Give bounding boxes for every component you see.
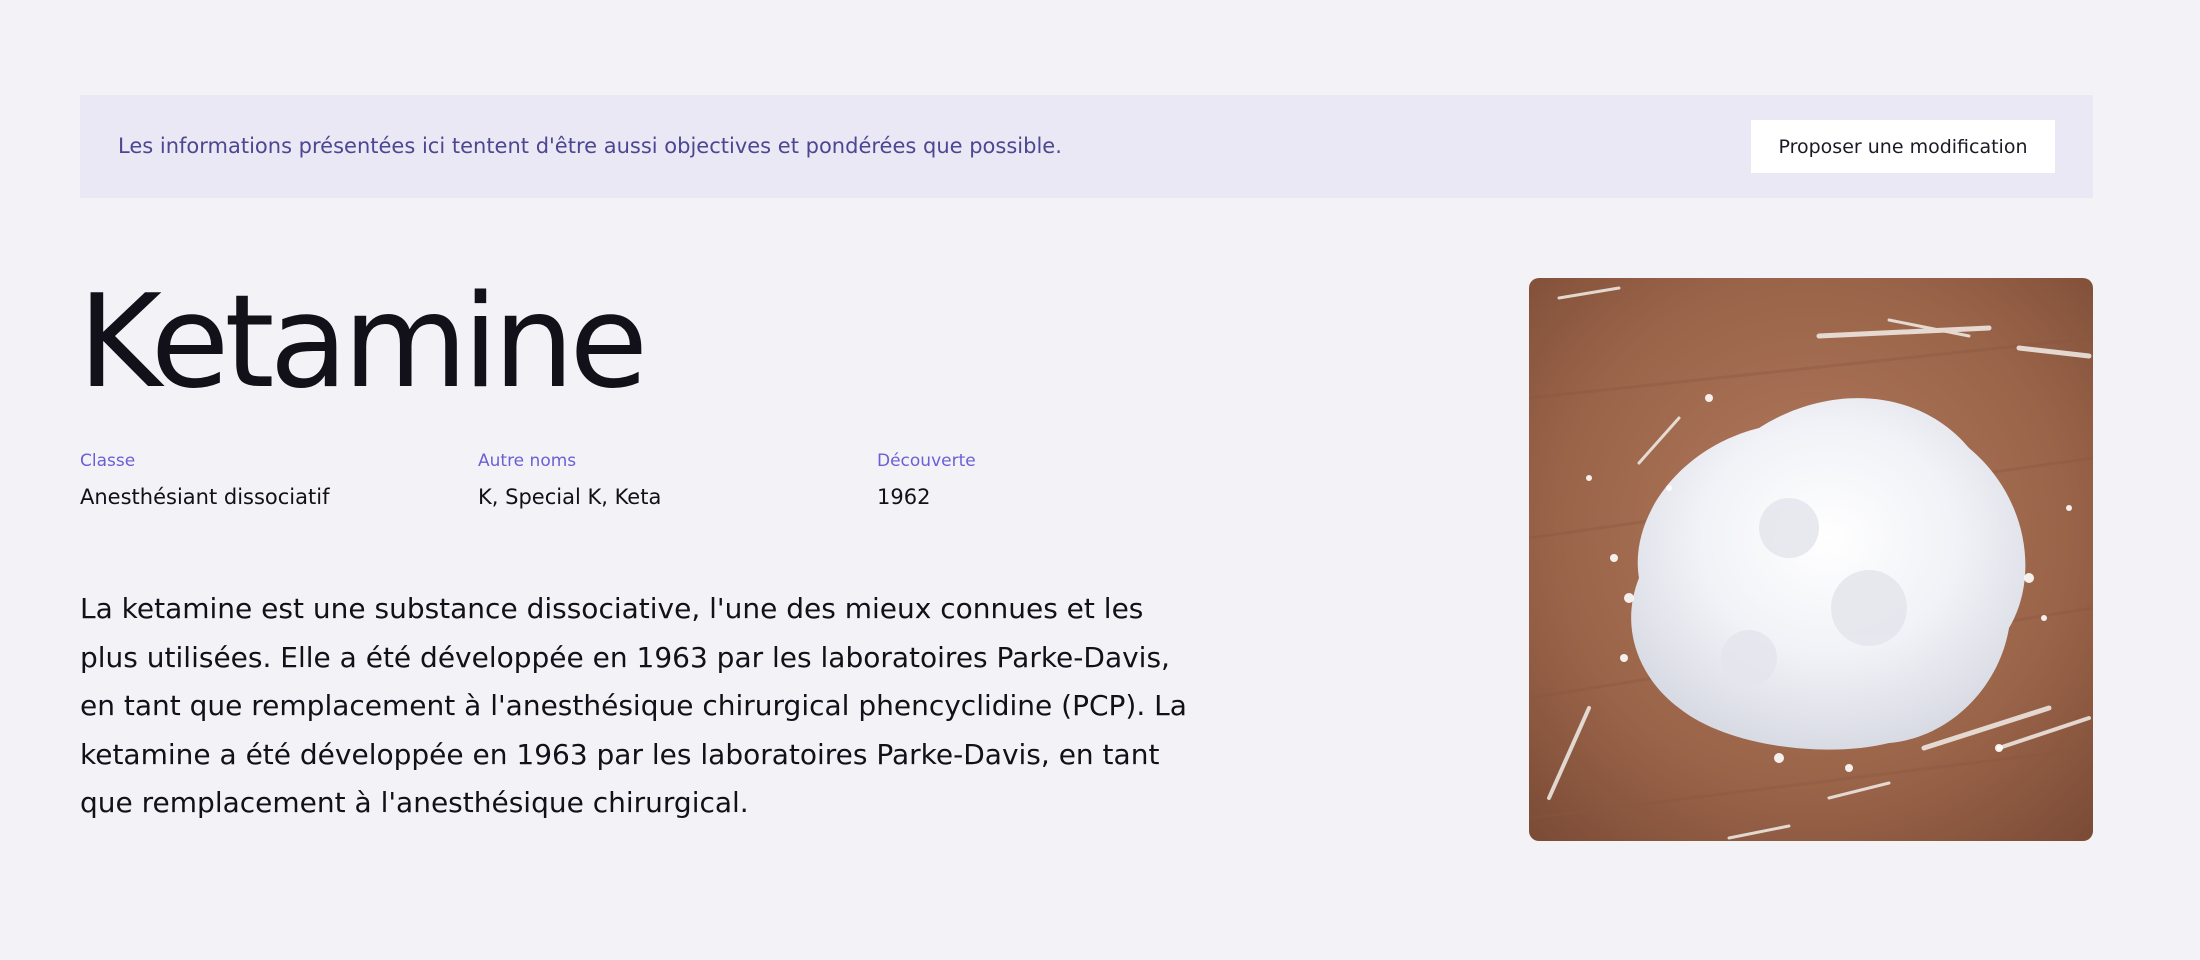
banner-disclaimer-text: Les informations présentées ici tentent … bbox=[118, 134, 1062, 158]
meta-class: Classe Anesthésiant dissociatif bbox=[80, 450, 329, 510]
meta-discovery: Découverte 1962 bbox=[877, 450, 976, 510]
page-title: Ketamine bbox=[78, 268, 648, 417]
meta-class-value: Anesthésiant dissociatif bbox=[80, 485, 330, 509]
propose-edit-button[interactable]: Proposer une modification bbox=[1751, 120, 2055, 173]
meta-discovery-label: Découverte bbox=[877, 451, 976, 471]
substance-photo bbox=[1529, 278, 2093, 841]
substance-description: La ketamine est une substance dissociati… bbox=[80, 592, 1187, 819]
meta-other-names: Autre noms K, Special K, Keta bbox=[478, 450, 661, 510]
meta-other-names-label: Autre noms bbox=[478, 451, 577, 471]
meta-other-names-value: K, Special K, Keta bbox=[478, 485, 662, 509]
powder-illustration bbox=[1529, 278, 2093, 841]
meta-discovery-value: 1962 bbox=[877, 485, 931, 509]
meta-class-label: Classe bbox=[80, 451, 136, 471]
info-banner: Les informations présentées ici tentent … bbox=[80, 95, 2093, 198]
